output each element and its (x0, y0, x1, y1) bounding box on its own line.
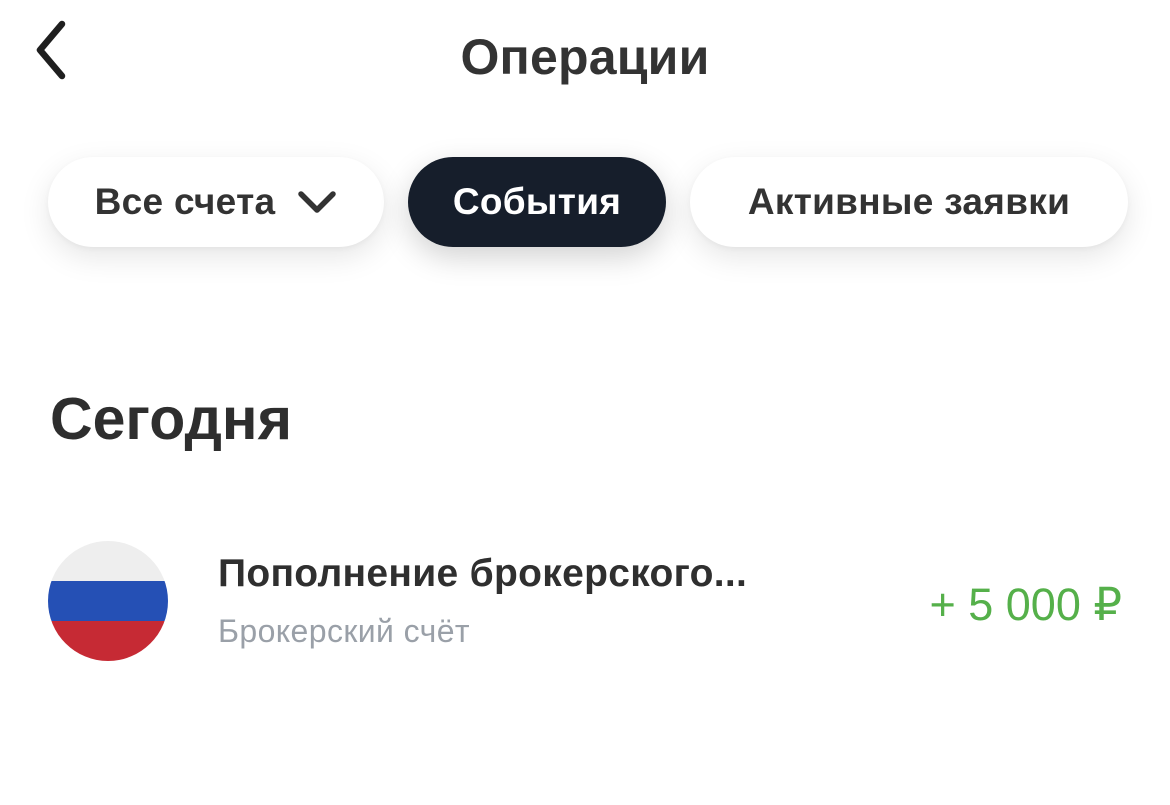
tab-active-orders-label: Активные заявки (747, 181, 1071, 222)
operation-title: Пополнение брокерского... (218, 552, 748, 595)
tab-events[interactable]: События (408, 157, 666, 247)
page-title: Операции (460, 29, 710, 85)
accounts-filter-dropdown[interactable]: Все счета (48, 157, 384, 247)
tab-events-label: События (452, 181, 622, 222)
operation-row[interactable]: Пополнение брокерского... Брокерский счё… (48, 540, 1128, 662)
operation-amount: + 5 000 ₽ (929, 579, 1122, 630)
accounts-filter-label: Все счета (94, 181, 276, 222)
operation-subtitle: Брокерский счёт (218, 613, 470, 649)
chevron-down-icon (297, 190, 337, 214)
russia-flag-icon (48, 541, 168, 661)
tab-active-orders[interactable]: Активные заявки (690, 157, 1128, 247)
section-title-today: Сегодня (50, 386, 292, 452)
